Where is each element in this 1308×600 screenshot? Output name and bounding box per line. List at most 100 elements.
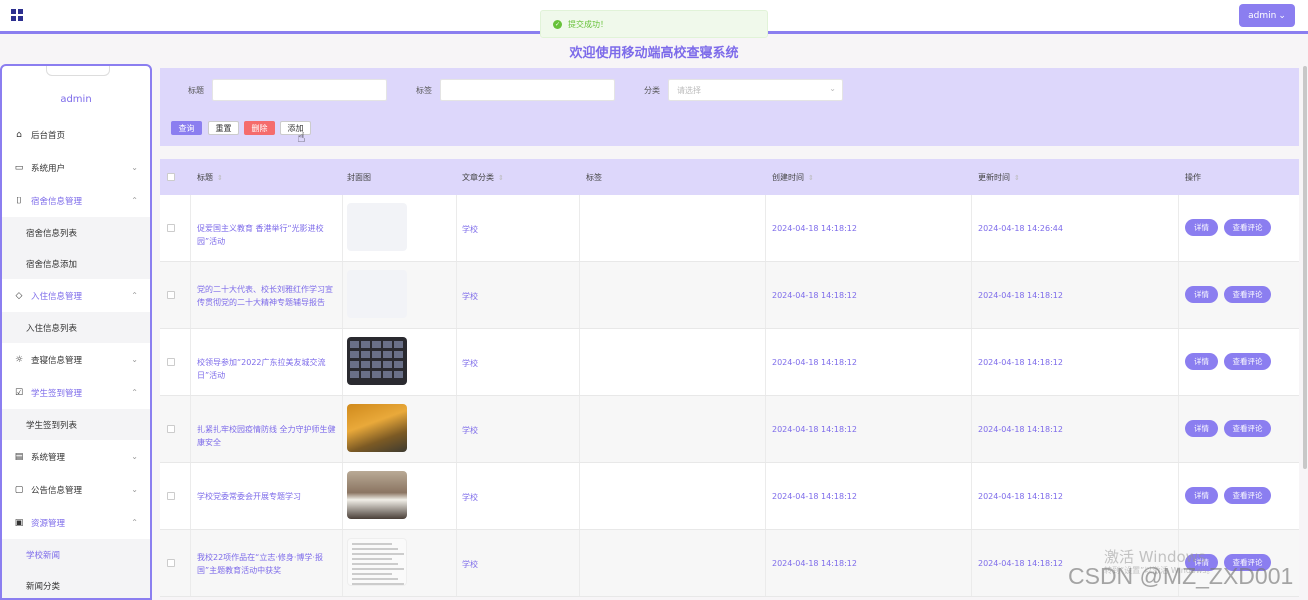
table-row: 校领导参加“2022广东拉美友城交流日”活动 学校 2024-04-18 14:18…	[160, 329, 1299, 396]
row-title-link[interactable]: 扎紧扎牢校园疫情防线 全力守护师生健康安全	[197, 423, 337, 449]
cover-image	[347, 471, 407, 519]
sidebar-item-news-category[interactable]: 新闻分类	[2, 570, 150, 598]
header-updated[interactable]: 更新时间 ⇕	[978, 172, 1020, 183]
row-created-time: 2024-04-18 14:18:12	[772, 492, 857, 501]
row-checkbox[interactable]	[167, 224, 175, 232]
chevron-down-icon: ⌄	[131, 355, 138, 364]
header-title[interactable]: 标题 ⇕	[197, 172, 223, 183]
row-checkbox[interactable]	[167, 358, 175, 366]
sidebar-item-dorm-management[interactable]: ⌷ 宿舍信息管理 ⌃	[2, 184, 150, 217]
sort-icon: ⇕	[1014, 173, 1020, 182]
column-divider	[765, 195, 766, 261]
column-divider	[579, 262, 580, 328]
menu-grid-icon[interactable]	[11, 9, 23, 21]
header-created[interactable]: 创建时间 ⇕	[772, 172, 814, 183]
avatar[interactable]	[46, 66, 110, 76]
row-checkbox[interactable]	[167, 559, 175, 567]
box-icon: ▣	[14, 517, 24, 528]
row-checkbox[interactable]	[167, 425, 175, 433]
title-filter-input[interactable]	[212, 79, 387, 101]
column-divider	[579, 530, 580, 596]
row-checkbox[interactable]	[167, 291, 175, 299]
detail-button[interactable]: 详情	[1185, 353, 1218, 370]
cover-image	[347, 404, 407, 452]
row-checkbox[interactable]	[167, 492, 175, 500]
column-divider	[1178, 262, 1179, 328]
table-row: 学校党委常委会开展专题学习 学校 2024-04-18 14:18:12 2024-0…	[160, 463, 1299, 530]
row-title-link[interactable]: 校领导参加“2022广东拉美友城交流日”活动	[197, 356, 337, 382]
tag-filter-input[interactable]	[440, 79, 615, 101]
header-category-label: 文章分类	[462, 172, 494, 182]
sidebar-item-checkin-management[interactable]: ◇ 入住信息管理 ⌃	[2, 279, 150, 312]
column-divider	[342, 195, 343, 261]
view-comments-button[interactable]: 查看评论	[1224, 487, 1271, 504]
row-updated-time: 2024-04-18 14:18:12	[978, 425, 1063, 434]
header-category[interactable]: 文章分类 ⇕	[462, 172, 504, 183]
add-button[interactable]: 添加	[280, 121, 311, 135]
detail-button[interactable]: 详情	[1185, 420, 1218, 437]
sidebar-item-notice-management[interactable]: ▢ 公告信息管理 ⌄	[2, 473, 150, 506]
admin-dropdown-button[interactable]: admin ⌄	[1239, 4, 1295, 27]
bookmark-icon: ⌷	[16, 195, 22, 206]
sort-icon: ⇕	[808, 173, 814, 182]
sidebar-item-dorm-list[interactable]: 宿舍信息列表	[2, 217, 150, 248]
sidebar-item-system-users[interactable]: ▭ 系统用户 ⌄	[2, 151, 150, 184]
column-divider	[342, 463, 343, 529]
sidebar-item-system-management[interactable]: ▤ 系统管理 ⌄	[2, 440, 150, 473]
column-divider	[765, 329, 766, 395]
page-scrollbar[interactable]	[1303, 66, 1307, 469]
chevron-up-icon: ⌃	[131, 196, 138, 205]
column-divider	[971, 396, 972, 462]
view-comments-button[interactable]: 查看评论	[1224, 219, 1271, 236]
chevron-up-icon: ⌃	[131, 518, 138, 527]
detail-button[interactable]: 详情	[1185, 286, 1218, 303]
header-cover: 封面图	[347, 172, 371, 182]
header-created-label: 创建时间	[772, 172, 804, 182]
page-title: 欢迎使用移动端高校查寝系统	[569, 46, 739, 61]
column-divider	[765, 262, 766, 328]
sidebar-username: admin	[60, 94, 92, 105]
sidebar-item-dorm-add[interactable]: 宿舍信息添加	[2, 248, 150, 279]
row-title-link[interactable]: 我校22项作品在“立志·修身·博学·报国”主题教育活动中获奖	[197, 551, 337, 577]
category-select[interactable]: 请选择 ⌄	[668, 79, 843, 101]
header-updated-label: 更新时间	[978, 172, 1010, 182]
column-divider	[456, 463, 457, 529]
sidebar-item-checkin-list[interactable]: 入住信息列表	[2, 312, 150, 343]
row-title-link[interactable]: 学校党委常委会开展专题学习	[197, 490, 337, 503]
column-divider	[579, 195, 580, 261]
column-divider	[1178, 329, 1179, 395]
row-title-link[interactable]: 党的二十大代表、校长刘雅红作学习宣传贯彻党的二十大精神专题辅导报告	[197, 283, 337, 309]
header-tag: 标签	[586, 172, 602, 182]
chevron-down-icon: ⌄	[131, 163, 138, 172]
column-divider	[456, 396, 457, 462]
sidebar-item-signin-list[interactable]: 学生签到列表	[2, 409, 150, 440]
row-updated-time: 2024-04-18 14:18:12	[978, 358, 1063, 367]
sort-icon: ⇕	[217, 173, 223, 182]
reset-button[interactable]: 重置	[208, 121, 239, 135]
row-updated-time: 2024-04-18 14:18:12	[978, 559, 1063, 568]
view-comments-button[interactable]: 查看评论	[1224, 420, 1271, 437]
view-comments-button[interactable]: 查看评论	[1224, 286, 1271, 303]
column-divider	[579, 329, 580, 395]
sidebar-item-resource-management[interactable]: ▣ 资源管理 ⌃	[2, 506, 150, 539]
sidebar-item-home[interactable]: ⌂ 后台首页	[2, 118, 150, 151]
delete-button[interactable]: 删除	[244, 121, 275, 135]
cover-image	[347, 538, 407, 586]
sidebar-item-inspection-management[interactable]: ☼ 查寝信息管理 ⌄	[2, 343, 150, 376]
query-button[interactable]: 查询	[171, 121, 202, 135]
view-comments-button[interactable]: 查看评论	[1224, 353, 1271, 370]
row-updated-time: 2024-04-18 14:18:12	[978, 492, 1063, 501]
checkbox-icon: ☑	[14, 387, 24, 398]
detail-button[interactable]: 详情	[1185, 219, 1218, 236]
admin-label: admin	[1248, 10, 1277, 21]
sidebar-item-school-news[interactable]: 学校新闻	[2, 539, 150, 570]
row-title-link[interactable]: 促爱国主义教育 香港举行“光影进校园”活动	[197, 222, 337, 248]
select-all-checkbox[interactable]	[167, 173, 175, 181]
sidebar-item-signin-management[interactable]: ☑ 学生签到管理 ⌃	[2, 376, 150, 409]
csdn-watermark: CSDN @MZ_ZXD001	[1068, 563, 1294, 589]
row-updated-time: 2024-04-18 14:18:12	[978, 291, 1063, 300]
category-select-placeholder: 请选择	[677, 85, 701, 95]
row-category: 学校	[462, 560, 478, 569]
row-updated-time: 2024-04-18 14:26:44	[978, 224, 1063, 233]
detail-button[interactable]: 详情	[1185, 487, 1218, 504]
